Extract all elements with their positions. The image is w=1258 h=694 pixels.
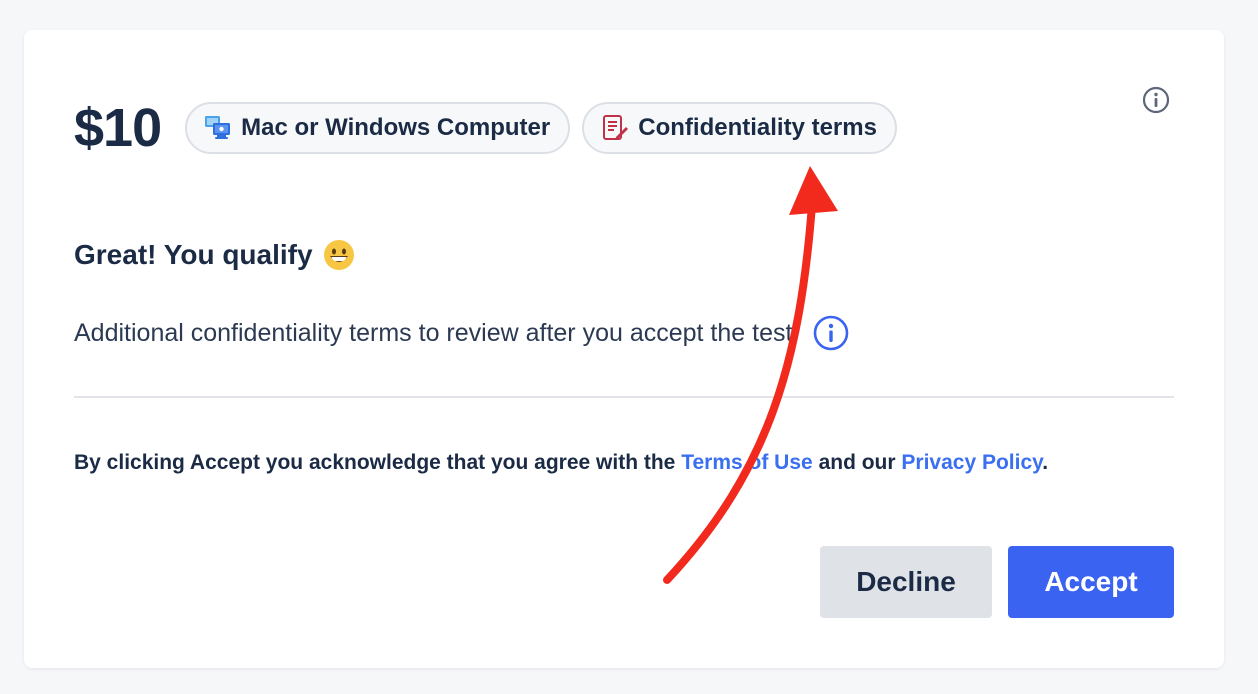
requirement-chip-computer: Mac or Windows Computer (185, 102, 571, 154)
legal-suffix: . (1042, 451, 1049, 474)
divider (74, 396, 1174, 398)
legal-disclaimer: By clicking Accept you acknowledge that … (74, 451, 1048, 475)
computer-icon (203, 113, 233, 143)
info-icon[interactable] (1142, 86, 1170, 114)
offer-card: $10 Mac or Windows Computer Confidential… (24, 30, 1224, 668)
decline-button[interactable]: Decline (820, 546, 992, 618)
qualify-text: Great! You qualify (74, 239, 313, 270)
note-text: Additional confidentiality terms to revi… (74, 318, 800, 347)
grinning-face-icon (323, 239, 355, 271)
legal-middle: and our (818, 451, 896, 474)
qualify-heading: Great! You qualify (74, 239, 355, 271)
price: $10 (74, 98, 162, 158)
chip-label: Mac or Windows Computer (241, 114, 551, 141)
legal-prefix: By clicking Accept you acknowledge that … (74, 451, 676, 474)
confidentiality-note: Additional confidentiality terms to revi… (74, 315, 849, 351)
terms-of-use-link[interactable]: Terms of Use (681, 451, 813, 474)
document-pen-icon (600, 113, 630, 143)
accept-button[interactable]: Accept (1008, 546, 1174, 618)
requirement-chip-confidentiality: Confidentiality terms (582, 102, 897, 154)
privacy-policy-link[interactable]: Privacy Policy (901, 451, 1042, 474)
info-icon[interactable] (813, 315, 849, 351)
offer-header: $10 Mac or Windows Computer Confidential… (74, 98, 909, 158)
chip-label: Confidentiality terms (638, 114, 877, 141)
